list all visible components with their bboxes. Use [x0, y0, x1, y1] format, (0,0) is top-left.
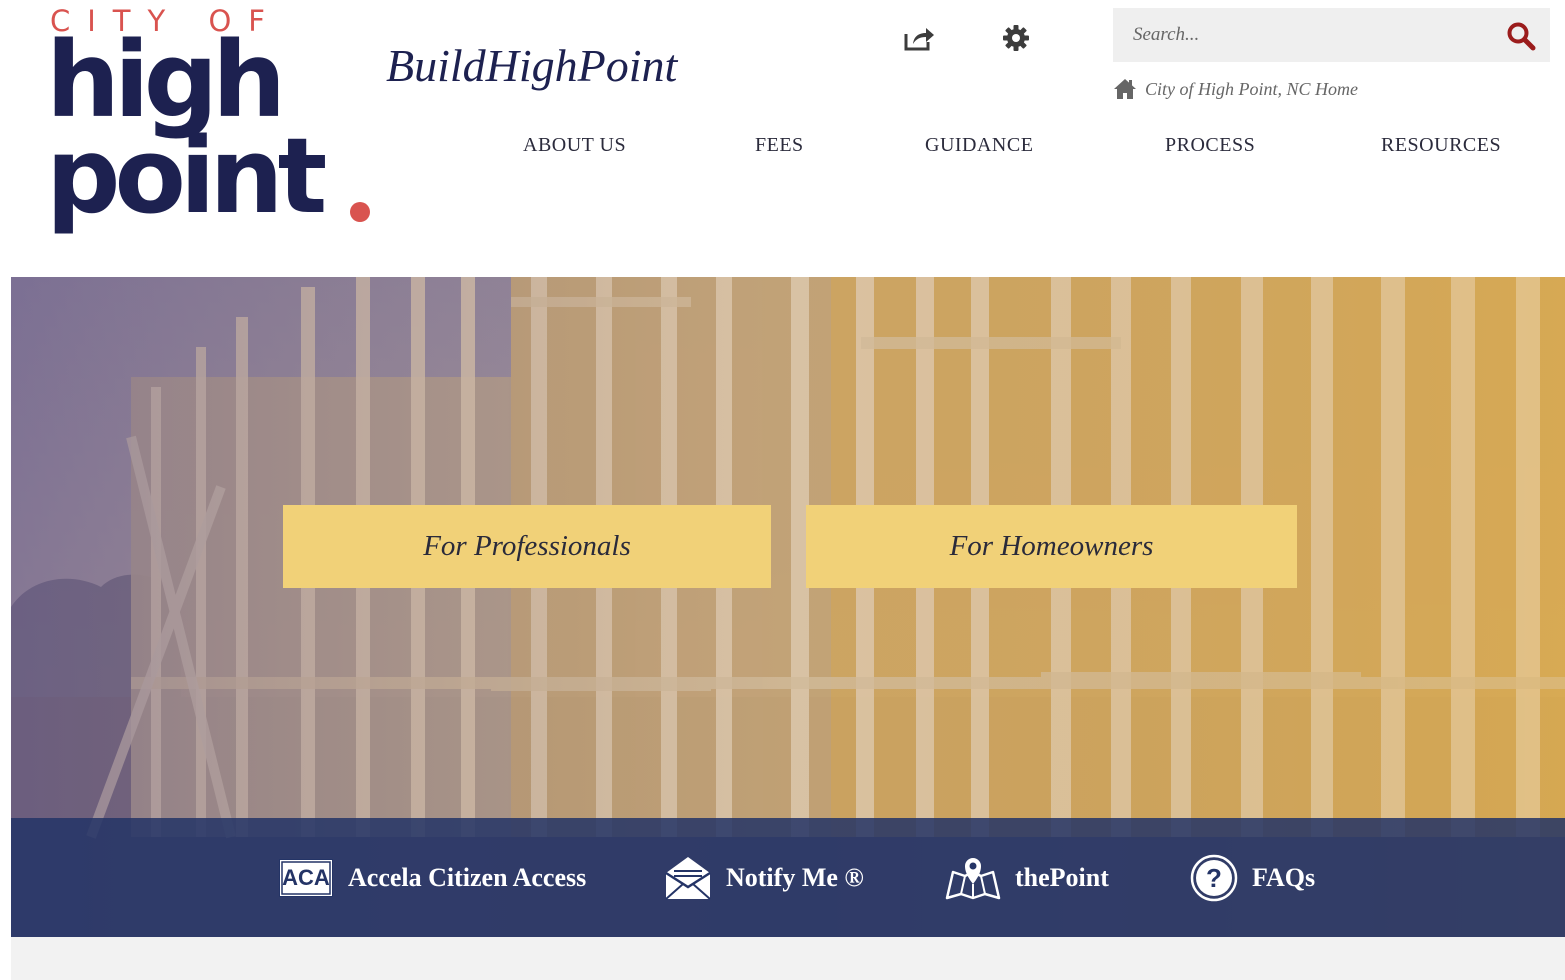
search-input[interactable]	[1113, 8, 1493, 62]
nav-item-guidance[interactable]: GUIDANCE	[925, 134, 1033, 157]
share-icon[interactable]	[903, 22, 935, 54]
city-home-link[interactable]: City of High Point, NC Home	[1113, 76, 1358, 102]
envelope-icon	[664, 855, 712, 901]
quicklink-faqs[interactable]: ? FAQs	[1190, 818, 1315, 937]
logo-dot	[350, 202, 370, 222]
city-logo[interactable]: CITY OF high point	[46, 4, 386, 249]
page-content-area	[11, 937, 1565, 980]
quicklink-thepoint[interactable]: thePoint	[945, 818, 1109, 937]
main-nav: ABOUT US FEES GUIDANCE PROCESS RESOURCES	[0, 134, 1565, 164]
hero-banner: For Professionals For Homeowners ACA Acc…	[11, 277, 1565, 937]
quicklink-label: Notify Me ®	[726, 862, 864, 892]
quicklink-accela-citizen-access[interactable]: ACA Accela Citizen Access	[278, 818, 586, 937]
gear-icon[interactable]	[1000, 22, 1032, 54]
quick-links-bar: ACA Accela Citizen Access Notify Me ® th…	[11, 818, 1565, 937]
nav-item-about-us[interactable]: ABOUT US	[523, 134, 626, 157]
quicklink-label: Accela Citizen Access	[348, 862, 587, 892]
home-icon	[1114, 79, 1136, 99]
map-pin-icon	[945, 854, 1001, 902]
svg-text:?: ?	[1206, 863, 1222, 893]
for-professionals-button[interactable]: For Professionals	[283, 505, 771, 588]
question-circle-icon: ?	[1190, 854, 1238, 902]
quicklink-notify-me[interactable]: Notify Me ®	[664, 818, 864, 937]
site-header: CITY OF high point BuildHighPoint Search…	[0, 0, 1565, 277]
for-homeowners-button[interactable]: For Homeowners	[806, 505, 1297, 588]
quicklink-label: thePoint	[1015, 862, 1109, 892]
site-title[interactable]: BuildHighPoint	[386, 38, 677, 94]
aca-icon: ACA	[278, 858, 334, 898]
nav-item-resources[interactable]: RESOURCES	[1381, 134, 1501, 157]
nav-item-fees[interactable]: FEES	[755, 134, 804, 157]
aca-badge-text: ACA	[282, 864, 330, 890]
quicklink-label: FAQs	[1252, 862, 1316, 892]
nav-item-process[interactable]: PROCESS	[1165, 134, 1255, 157]
search-box	[1113, 8, 1550, 62]
search-icon[interactable]	[1506, 21, 1536, 51]
city-home-label: City of High Point, NC Home	[1145, 78, 1358, 99]
